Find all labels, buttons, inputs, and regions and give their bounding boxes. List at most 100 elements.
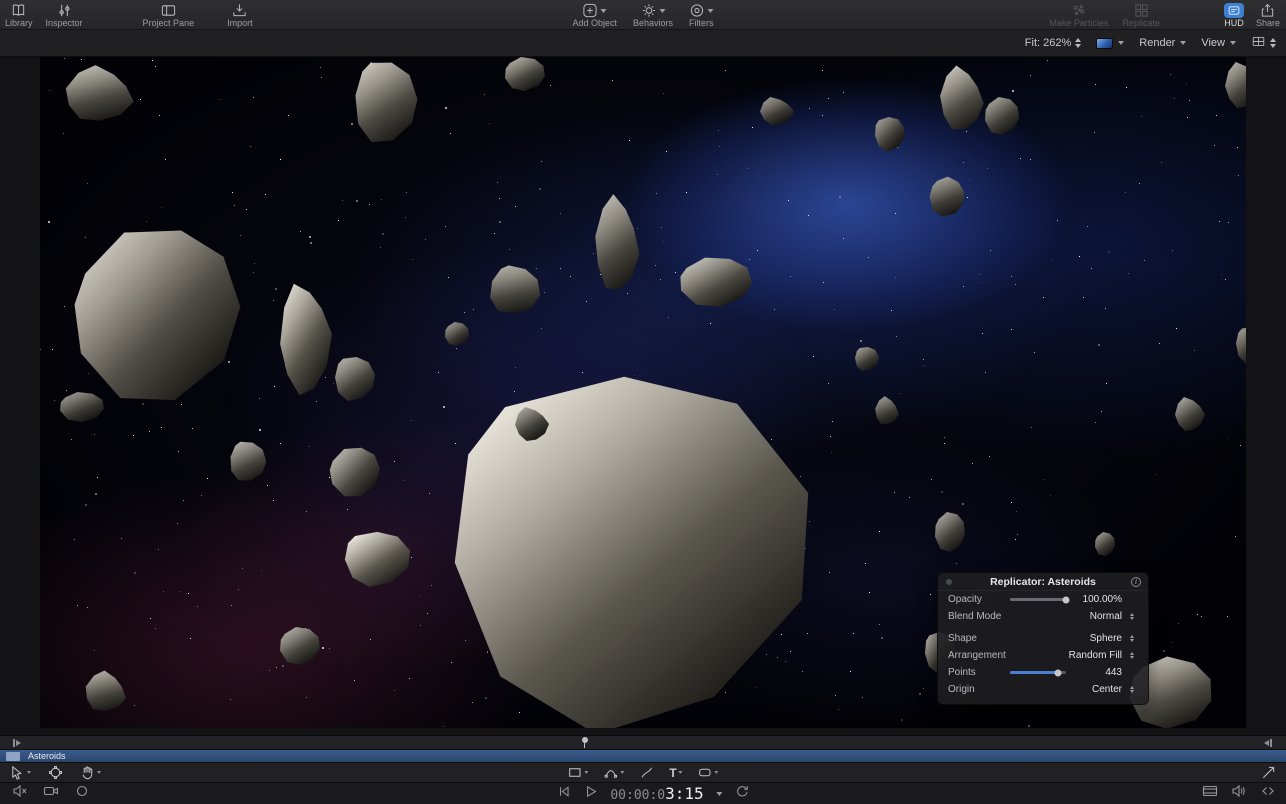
select-transform-tool[interactable] (10, 765, 31, 781)
import-icon (232, 3, 247, 18)
layout-grid-control[interactable] (1251, 35, 1276, 51)
behaviors-button[interactable]: Behaviors (633, 0, 673, 28)
asteroid (676, 255, 755, 310)
project-pane-label: Project Pane (143, 19, 195, 28)
origin-value[interactable]: Center (1092, 684, 1122, 695)
dropdown-arrows-icon[interactable] (1125, 613, 1138, 620)
opacity-slider[interactable] (1010, 598, 1066, 601)
mini-timeline-track[interactable]: Asteroids (0, 749, 1286, 762)
inspector-button[interactable]: Inspector (46, 0, 83, 28)
dropdown-arrows-icon[interactable] (1125, 635, 1138, 642)
points-slider-knob[interactable] (1054, 669, 1061, 676)
points-label: Points (948, 667, 976, 678)
add-object-button[interactable]: Add Object (572, 0, 617, 28)
asteroid (280, 627, 320, 665)
asteroid (352, 58, 420, 148)
shape-value[interactable]: Sphere (1090, 633, 1122, 644)
view-menu[interactable]: View (1201, 37, 1236, 49)
fit-zoom-control[interactable]: Fit: 262% (1025, 37, 1081, 49)
points-value[interactable]: 443 (1074, 667, 1122, 678)
play-range-end-marker[interactable] (1263, 739, 1272, 747)
behaviors-label: Behaviors (633, 19, 673, 28)
asteroid (483, 260, 547, 322)
chevron-down-icon (620, 771, 624, 774)
adjust-item-tool[interactable] (48, 765, 63, 781)
points-slider[interactable] (1010, 671, 1066, 674)
import-button[interactable]: Import (227, 0, 253, 28)
paint-stroke-tool[interactable] (639, 765, 654, 780)
double-chevron-icon[interactable] (1260, 783, 1276, 804)
mask-shape-tool[interactable] (698, 765, 719, 780)
chevron-down-icon (1230, 41, 1236, 45)
channels-swatch-control[interactable] (1096, 38, 1124, 49)
transport-right-group (1202, 783, 1286, 804)
opacity-value[interactable]: 100.00% (1074, 594, 1122, 605)
timecode-display[interactable]: 00:00:0 3:15 (610, 784, 703, 803)
zoom-stepper-icon[interactable] (1075, 38, 1081, 48)
go-to-start-button[interactable] (556, 784, 571, 804)
opacity-slider-fill (1010, 598, 1066, 601)
asteroid (60, 211, 256, 419)
timecode-bright-digits: 3:15 (665, 784, 704, 803)
hud-title-text: Replicator: Asteroids (990, 576, 1096, 588)
toolbar-center-group: Add Object Behaviors Filters (572, 0, 713, 28)
dropdown-arrows-icon[interactable] (1125, 686, 1138, 693)
layout-stepper-icon[interactable] (1270, 38, 1276, 48)
behaviors-gear-icon (641, 3, 665, 18)
record-button[interactable] (74, 783, 90, 804)
pan-hand-tool[interactable] (80, 765, 101, 781)
loop-playback-icon[interactable] (735, 784, 750, 804)
mini-timeline-ruler[interactable] (0, 735, 1286, 749)
asteroid (926, 173, 967, 221)
playhead[interactable] (584, 738, 585, 748)
share-icon (1260, 3, 1275, 18)
dropdown-arrows-icon[interactable] (1125, 652, 1138, 659)
tools-bar: T (0, 762, 1286, 782)
chevron-down-icon (659, 9, 665, 13)
layout-grid-icon (1251, 35, 1266, 51)
rectangle-shape-tool[interactable] (567, 765, 588, 780)
render-menu[interactable]: Render (1139, 37, 1186, 49)
chevron-down-icon (27, 771, 31, 774)
timecode-menu-chevron-icon[interactable] (717, 792, 723, 796)
arrangement-value[interactable]: Random Fill (1069, 650, 1122, 661)
camera-icon[interactable] (43, 783, 59, 804)
hud-button[interactable]: HUD (1224, 0, 1244, 28)
asteroid (227, 439, 269, 485)
hud-row-points: Points 443 (938, 664, 1148, 681)
chevron-down-icon (707, 9, 713, 13)
filters-icon (689, 3, 713, 18)
audio-mute-icon[interactable] (12, 783, 28, 804)
library-button[interactable]: Library (5, 0, 33, 28)
canvas-option-bar: Fit: 262% Render View (0, 30, 1286, 57)
chevron-down-icon (1180, 41, 1186, 45)
letterbox-view-icon[interactable] (1202, 783, 1218, 804)
info-icon[interactable]: i (1131, 577, 1141, 587)
chevron-down-icon (584, 771, 588, 774)
filters-button[interactable]: Filters (689, 0, 714, 28)
make-particles-icon (1071, 3, 1086, 18)
text-tool[interactable]: T (669, 765, 682, 780)
hud-titlebar[interactable]: Replicator: Asteroids i (938, 573, 1148, 591)
asteroid (855, 347, 879, 371)
blend-mode-value[interactable]: Normal (1090, 611, 1122, 622)
replicate-icon (1134, 3, 1149, 18)
replicate-button: Replicate (1122, 0, 1160, 28)
project-pane-button[interactable]: Project Pane (143, 0, 195, 28)
tools-left-group (0, 765, 101, 781)
motion-window: Library Inspector Project Pane Import (0, 0, 1286, 804)
hud-dot-icon (946, 579, 952, 585)
asteroid (760, 97, 794, 125)
opacity-slider-knob[interactable] (1063, 596, 1070, 603)
play-button[interactable] (583, 784, 598, 804)
timecode-dim-digits: 00:00:0 (610, 788, 665, 803)
share-label: Share (1256, 19, 1280, 28)
asteroid (1175, 397, 1205, 431)
bezier-tool[interactable] (603, 765, 624, 780)
share-button[interactable]: Share (1256, 0, 1280, 28)
inspector-label: Inspector (46, 19, 83, 28)
play-range-start-marker[interactable] (13, 739, 22, 747)
audio-output-icon[interactable] (1231, 783, 1247, 804)
timeline-expand-icon[interactable] (1261, 765, 1276, 780)
asteroid (432, 354, 839, 728)
